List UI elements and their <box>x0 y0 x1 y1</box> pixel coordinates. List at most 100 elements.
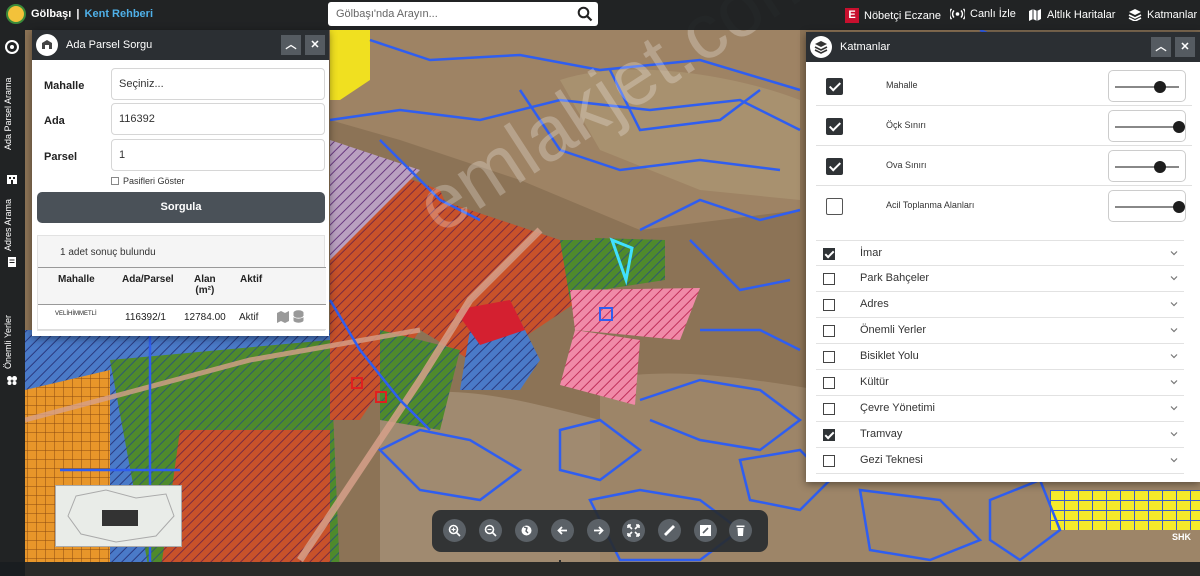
back-button[interactable] <box>551 519 574 542</box>
zoom-in-button[interactable] <box>443 519 466 542</box>
chevron-down-icon[interactable] <box>1170 430 1178 438</box>
globe-button[interactable] <box>515 519 538 542</box>
layer-group-tramvay[interactable]: Tramvay <box>816 422 1184 448</box>
slider-knob[interactable] <box>1173 201 1185 213</box>
chevron-down-icon[interactable] <box>1170 326 1178 334</box>
layer-group-gezi-teknesi[interactable]: Gezi Teknesi <box>816 448 1184 474</box>
locate-icon[interactable] <box>5 40 19 54</box>
nobetci-eczane-button[interactable]: E Nöbetçi Eczane <box>845 8 941 23</box>
chevron-down-icon[interactable] <box>1170 274 1178 282</box>
measure-button[interactable] <box>658 519 681 542</box>
results-box: 1 adet sonuç bulundu Mahalle Ada/Parsel … <box>37 235 326 331</box>
parcel-icon <box>36 34 58 56</box>
ruler-icon <box>664 525 675 536</box>
sublayer-checkbox[interactable] <box>826 118 843 135</box>
pasifleri-goster-checkbox[interactable]: Pasifleri Göster <box>111 176 185 186</box>
layer-group-adres[interactable]: Adres <box>816 292 1184 318</box>
chevron-down-icon[interactable] <box>1170 456 1178 464</box>
search-icon[interactable] <box>577 6 593 22</box>
slider-track <box>1115 206 1179 208</box>
fullscreen-button[interactable] <box>622 519 645 542</box>
parsel-label: Parsel <box>44 151 78 163</box>
canli-izle-button[interactable]: Canlı İzle <box>950 8 1016 20</box>
draw-button[interactable] <box>694 519 717 542</box>
rail-item-label: Ada Parsel Arama <box>3 77 13 150</box>
forward-button[interactable] <box>587 519 610 542</box>
col-ada-parsel: Ada/Parsel <box>122 274 174 285</box>
altlik-haritalar-button[interactable]: Altlık Haritalar <box>1028 8 1115 21</box>
group-checkbox[interactable] <box>823 403 835 415</box>
group-checkbox[interactable] <box>823 429 835 441</box>
layer-group-bisiklet-yolu[interactable]: Bisiklet Yolu <box>816 344 1184 370</box>
group-checkbox[interactable] <box>823 455 835 467</box>
parsel-input[interactable] <box>111 139 325 171</box>
zoom-out-button[interactable] <box>479 519 502 542</box>
group-checkbox[interactable] <box>823 248 835 260</box>
collapse-button[interactable]: ︿ <box>281 35 301 55</box>
cell-aktif: Aktif <box>239 312 259 323</box>
map-icon[interactable] <box>276 311 290 323</box>
layer-group-kultur[interactable]: Kültür <box>816 370 1184 396</box>
map-icon <box>1029 9 1041 21</box>
group-checkbox[interactable] <box>823 299 835 311</box>
slider-knob[interactable] <box>1173 121 1185 133</box>
sublayer-checkbox[interactable] <box>826 78 843 95</box>
ada-input[interactable] <box>111 103 325 135</box>
group-checkbox[interactable] <box>823 325 835 337</box>
nobetci-eczane-label: Nöbetçi Eczane <box>864 9 942 22</box>
opacity-slider[interactable] <box>1108 150 1186 182</box>
municipality-logo[interactable] <box>6 4 26 24</box>
sublayer-checkbox[interactable] <box>826 158 843 175</box>
group-checkbox[interactable] <box>823 273 835 285</box>
opacity-slider[interactable] <box>1108 110 1186 142</box>
rail-item-onemli-yerler[interactable]: Önemli Yerler <box>0 315 25 395</box>
opacity-slider[interactable] <box>1108 190 1186 222</box>
checkbox-box[interactable] <box>111 177 119 185</box>
sublayer-label: Öçk Sınırı <box>886 120 927 130</box>
close-button[interactable]: ✕ <box>305 35 325 55</box>
database-icon[interactable] <box>293 310 304 323</box>
chevron-down-icon[interactable] <box>1170 249 1178 257</box>
slider-knob[interactable] <box>1153 81 1166 93</box>
sublayer-checkbox[interactable] <box>826 198 843 215</box>
search-input[interactable] <box>336 5 572 23</box>
layer-group-imar[interactable]: İmar <box>816 240 1184 266</box>
arrow-right-icon <box>594 526 604 535</box>
mahalle-select[interactable] <box>111 68 325 100</box>
col-alan: Alan (m²) <box>194 274 216 296</box>
group-checkbox[interactable] <box>823 377 835 389</box>
layer-group-onemli-yerler[interactable]: Önemli Yerler <box>816 318 1184 344</box>
chevron-down-icon[interactable] <box>1170 352 1178 360</box>
sublayer-row[interactable]: Ova Sınırı <box>816 146 1192 186</box>
slider-knob[interactable] <box>1153 161 1166 173</box>
layer-group-cevre-yonetimi[interactable]: Çevre Yönetimi <box>816 396 1184 422</box>
delete-button[interactable] <box>729 519 752 542</box>
ada-row: Ada <box>44 113 65 127</box>
overview-minimap[interactable] <box>55 485 182 547</box>
sublayer-row[interactable]: Acil Toplanma Alanları <box>816 186 1192 226</box>
close-button[interactable]: ✕ <box>1175 37 1195 57</box>
sublayer-row[interactable]: Öçk Sınırı <box>816 106 1192 146</box>
katmanlar-button[interactable]: Katmanlar <box>1128 8 1197 21</box>
table-row[interactable]: VELİHİMMETLİ 116392/1 12784.00 Aktif <box>38 305 326 330</box>
group-label: İmar <box>860 247 882 259</box>
slider-track <box>1115 166 1179 168</box>
sublayer-row[interactable]: Mahalle <box>816 66 1192 106</box>
katmanlar-panel: Katmanlar ︿ ✕ Mahalle Öçk Sınırı Ova Sın… <box>806 32 1200 482</box>
opacity-slider[interactable] <box>1108 70 1186 102</box>
map-corner-label: SHK <box>1172 532 1192 542</box>
chevron-down-icon[interactable] <box>1170 300 1178 308</box>
cell-alan: 12784.00 <box>184 312 226 323</box>
group-checkbox[interactable] <box>823 351 835 363</box>
brand-title: Gölbaşı | Kent Rehberi <box>31 8 153 20</box>
col-alan-label: Alan <box>194 274 216 285</box>
layer-group-park-bahceler[interactable]: Park Bahçeler <box>816 266 1184 292</box>
collapse-button[interactable]: ︿ <box>1151 37 1171 57</box>
rail-item-adres[interactable]: Adres Arama <box>0 199 25 295</box>
minimap-viewport[interactable] <box>102 510 138 526</box>
rail-item-ada-parsel[interactable]: Ada Parsel Arama <box>0 77 25 188</box>
chevron-down-icon[interactable] <box>1170 378 1178 386</box>
sorgula-button[interactable]: Sorgula <box>37 192 325 223</box>
chevron-down-icon[interactable] <box>1170 404 1178 412</box>
trash-icon <box>736 525 745 536</box>
